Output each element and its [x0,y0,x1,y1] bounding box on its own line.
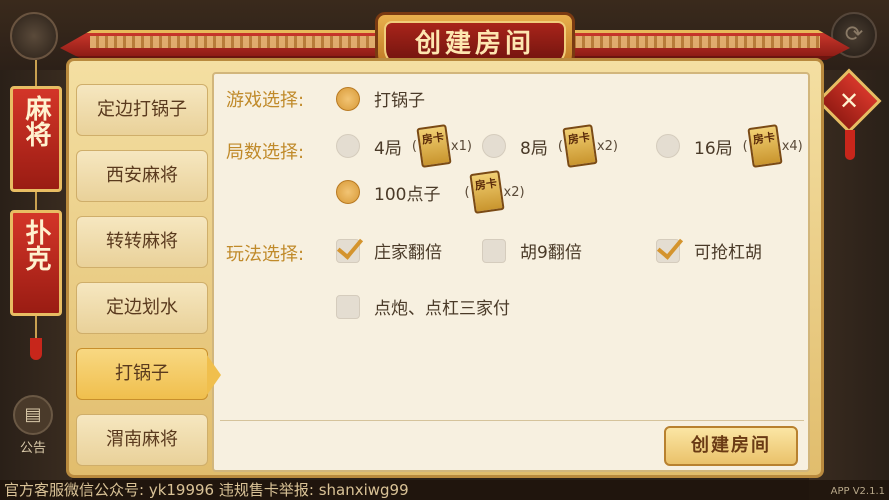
tag-string [35,316,37,338]
option-label: 胡9翻倍 [520,243,582,263]
category-label: 扑克 [21,219,51,271]
checkbox[interactable] [336,238,360,263]
radio-button[interactable] [482,134,506,158]
room-card-icon: 房卡 [562,124,598,168]
notice-icon: ▤ [13,395,53,435]
announcement-ticker: 官方客服微信公众号: yk19996 违规售卡举报: shanxiwg99 [0,480,889,500]
game-option[interactable]: 打锅子 [336,86,425,111]
rule-option-discard-pay[interactable]: 点炮、点杠三家付 [336,294,510,319]
category-tag-mahjong[interactable]: 麻将 [10,86,62,192]
rounds-select-label: 局数选择: [226,142,305,163]
card-multiplier: x2) [503,184,525,200]
checkbox[interactable] [656,238,680,263]
option-label: 打锅子 [374,91,425,111]
paren: ( [557,138,563,154]
category-label: 麻将 [21,95,51,147]
divider [220,420,804,421]
card-multiplier: x4) [781,138,803,154]
close-icon: ✕ [838,87,860,115]
option-label: 4局 [374,138,402,159]
rounds-option-4[interactable]: 4局 ( 房卡 x1) [336,124,472,168]
radio-button[interactable] [336,134,360,158]
option-label: 点炮、点杠三家付 [374,299,510,319]
notice-button[interactable]: ▤ 公告 [8,395,58,456]
tassel [845,130,855,160]
card-cost: ( 房卡 x1) [411,124,472,168]
back-button[interactable] [10,12,58,60]
room-card-icon: 房卡 [747,124,783,168]
rule-option-hu9-double[interactable]: 胡9翻倍 [482,238,582,263]
tab-daguozi[interactable]: 打锅子 [76,348,221,400]
card-multiplier: x2) [596,138,618,154]
notice-label: 公告 [19,441,46,456]
tag-string [35,192,37,212]
tab-dingbian-huashui[interactable]: 定边划水 [76,282,208,334]
rule-option-dealer-double[interactable]: 庄家翻倍 [336,238,442,263]
rounds-option-8[interactable]: 8局 ( 房卡 x2) [482,124,618,168]
room-card-icon: 房卡 [416,124,452,168]
option-label: 8局 [520,138,548,159]
create-room-button[interactable]: 创建房间 [664,426,798,466]
option-label: 100点子 [374,184,441,205]
tassel [30,338,42,360]
option-label: 可抢杠胡 [694,243,762,263]
paren: ( [464,184,470,200]
version-label: APP V2.1.1 [830,486,885,497]
tab-zhuanzhuan-mahjong[interactable]: 转转麻将 [76,216,208,268]
checkbox[interactable] [336,294,360,319]
card-cost: ( 房卡 x2) [557,124,618,168]
tab-weinan-mahjong[interactable]: 渭南麻将 [76,414,208,466]
paren: ( [742,138,748,154]
rounds-option-100[interactable]: 100点子 ( 房卡 x2) [336,170,525,214]
tab-xian-mahjong[interactable]: 西安麻将 [76,150,208,202]
radio-button[interactable] [336,86,360,111]
radio-button[interactable] [656,134,680,158]
rounds-option-16[interactable]: 16局 ( 房卡 x4) [656,124,803,168]
option-label: 庄家翻倍 [374,243,442,263]
paren: ( [411,138,417,154]
category-tag-poker[interactable]: 扑克 [10,210,62,316]
option-label: 16局 [694,138,733,159]
room-card-icon: 房卡 [468,170,505,214]
rule-option-rob-kong[interactable]: 可抢杠胡 [656,238,762,263]
game-select-label: 游戏选择: [226,90,305,111]
checkbox[interactable] [482,238,506,263]
card-cost: ( 房卡 x4) [742,124,803,168]
radio-button[interactable] [336,180,360,204]
rules-select-label: 玩法选择: [226,244,305,265]
card-cost: ( 房卡 x2) [464,170,525,214]
tab-dingbian-daguozi[interactable]: 定边打锅子 [76,84,208,136]
card-multiplier: x1) [450,138,472,154]
